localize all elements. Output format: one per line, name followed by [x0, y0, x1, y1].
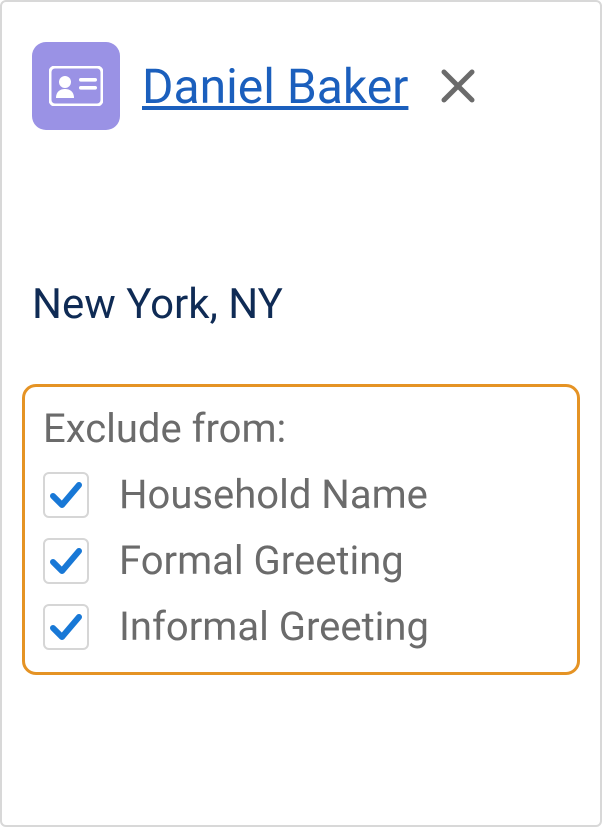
check-icon: [49, 544, 83, 578]
exclude-section: Exclude from: Household Name Formal Gree…: [22, 384, 580, 675]
checkbox-label: Formal Greeting: [119, 539, 404, 583]
contact-location: New York, NY: [2, 140, 600, 329]
contact-name-link[interactable]: Daniel Baker: [142, 58, 408, 115]
exclude-item: Informal Greeting: [43, 604, 559, 650]
check-icon: [49, 478, 83, 512]
exclude-title: Exclude from:: [43, 405, 559, 452]
checkbox-household-name[interactable]: [43, 472, 89, 518]
checkbox-formal-greeting[interactable]: [43, 538, 89, 584]
close-icon[interactable]: [438, 66, 478, 106]
checkbox-informal-greeting[interactable]: [43, 604, 89, 650]
card-header: Daniel Baker: [2, 2, 600, 140]
checkbox-label: Household Name: [119, 473, 428, 517]
exclude-item: Household Name: [43, 472, 559, 518]
id-card-icon: [32, 42, 120, 130]
exclude-item: Formal Greeting: [43, 538, 559, 584]
check-icon: [49, 610, 83, 644]
contact-card: Daniel Baker New York, NY Exclude from: …: [0, 0, 602, 827]
checkbox-label: Informal Greeting: [119, 605, 429, 649]
